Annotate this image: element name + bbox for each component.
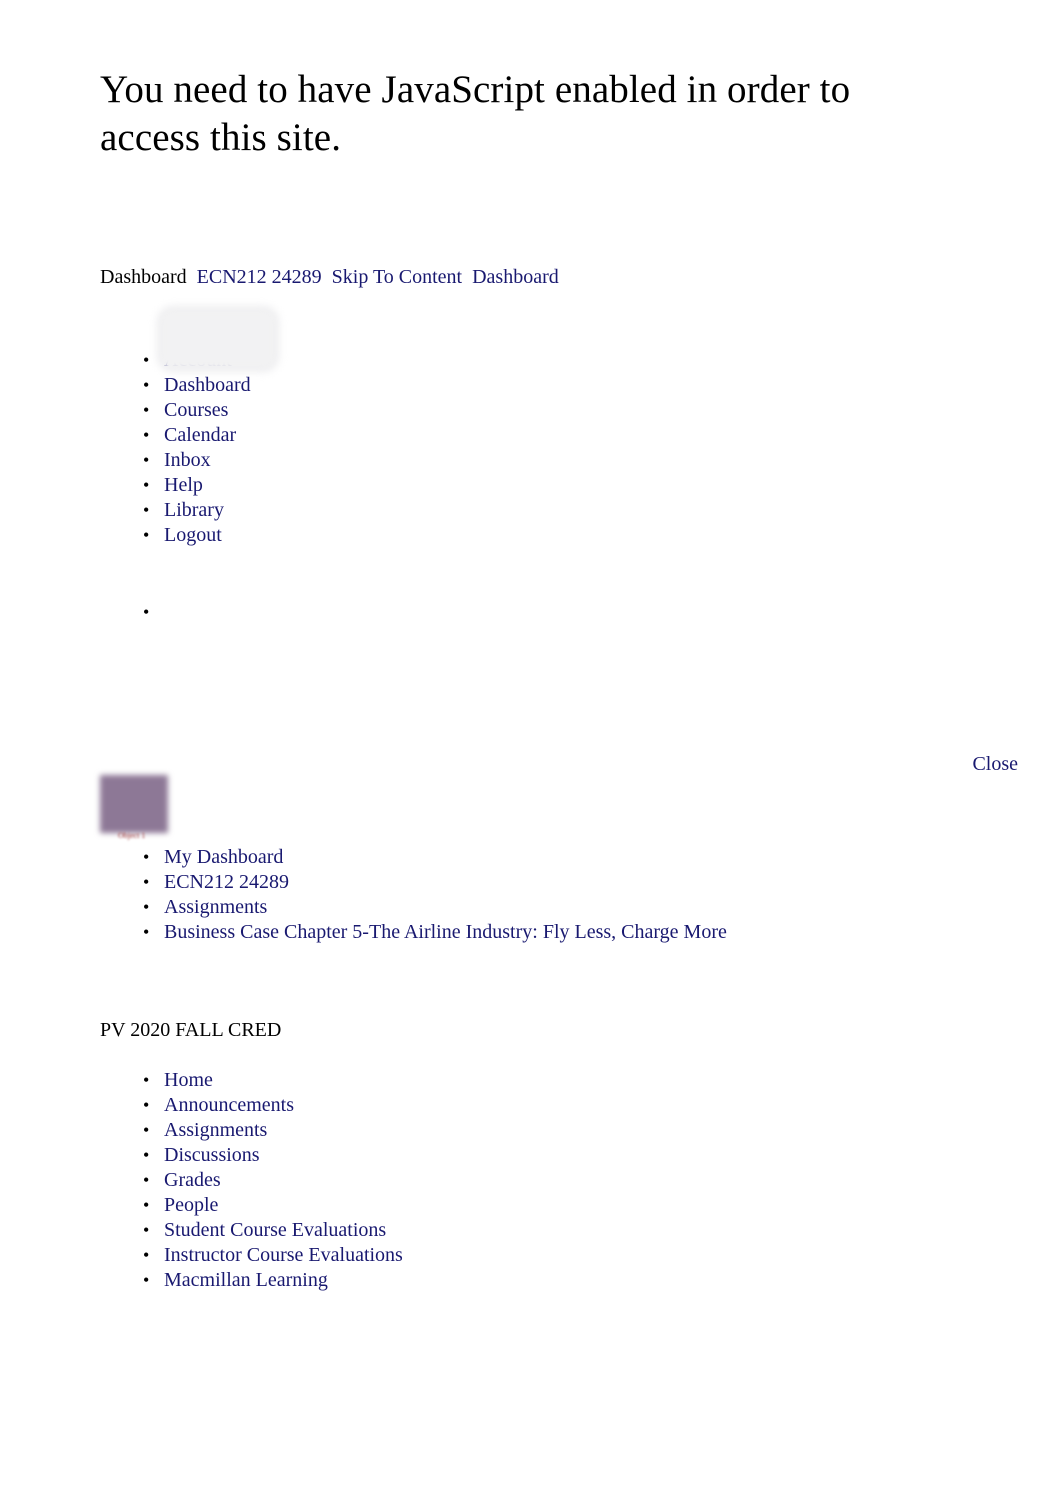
breadcrumb-item-assignments[interactable]: Assignments [140,895,960,920]
course-nav-item-announcements[interactable]: Announcements [140,1093,660,1118]
course-nav-link-assignments[interactable]: Assignments [164,1119,267,1141]
page-root: You need to have JavaScript enabled in o… [0,0,1062,1506]
course-thumbnail-image [100,775,168,833]
breadcrumb-link-assignments[interactable]: Assignments [164,896,267,918]
course-nav-item-assignments[interactable]: Assignments [140,1118,660,1143]
empty-list-item [140,600,440,625]
breadcrumb-link-my-dashboard[interactable]: My Dashboard [164,846,283,868]
global-nav-item-inbox[interactable]: Inbox [140,448,560,473]
global-nav-item-logout[interactable]: Logout [140,523,560,548]
course-nav-link-announcements[interactable]: Announcements [164,1094,294,1116]
global-navigation-list: Account Dashboard Courses Calendar Inbox… [140,311,560,548]
course-nav-link-discussions[interactable]: Discussions [164,1144,260,1166]
course-nav-link-grades[interactable]: Grades [164,1169,221,1191]
breadcrumb-item-my-dashboard[interactable]: My Dashboard [140,845,960,870]
global-nav-item-help[interactable]: Help [140,473,560,498]
course-nav-item-instructor-course-evaluations[interactable]: Instructor Course Evaluations [140,1243,660,1268]
global-nav-item-account[interactable]: Account [140,311,560,373]
global-nav-link-dashboard[interactable]: Dashboard [164,374,251,396]
global-nav-link-logout[interactable]: Logout [164,524,222,546]
course-navigation-list: Home Announcements Assignments Discussio… [140,1068,660,1293]
top-link-dashboard[interactable]: Dashboard [472,266,559,288]
global-nav-item-courses[interactable]: Courses [140,398,560,423]
global-nav-item-dashboard[interactable]: Dashboard [140,373,560,398]
course-nav-item-student-course-evaluations[interactable]: Student Course Evaluations [140,1218,660,1243]
top-skip-links: Dashboard ECN212 24289 Skip To Content D… [100,265,800,290]
global-nav-link-library[interactable]: Library [164,499,224,521]
course-nav-link-student-course-evaluations[interactable]: Student Course Evaluations [164,1219,386,1241]
course-title: PV 2020 FALL CRED [100,1019,282,1041]
breadcrumb-link-assignment[interactable]: Business Case Chapter 5-The Airline Indu… [164,921,727,943]
top-link-course[interactable]: ECN212 24289 [197,266,322,288]
javascript-disabled-warning: You need to have JavaScript enabled in o… [100,68,851,159]
course-nav-link-macmillan-learning[interactable]: Macmillan Learning [164,1269,328,1291]
course-nav-link-home[interactable]: Home [164,1069,213,1091]
global-nav-link-calendar[interactable]: Calendar [164,424,236,446]
top-static-label: Dashboard [100,266,187,288]
breadcrumb-link-course[interactable]: ECN212 24289 [164,871,289,893]
close-tray-link[interactable]: Close [972,752,1018,776]
course-nav-item-people[interactable]: People [140,1193,660,1218]
global-nav-item-library[interactable]: Library [140,498,560,523]
course-nav-item-macmillan-learning[interactable]: Macmillan Learning [140,1268,660,1293]
course-nav-item-home[interactable]: Home [140,1068,660,1093]
course-nav-link-instructor-course-evaluations[interactable]: Instructor Course Evaluations [164,1244,403,1266]
course-nav-link-people[interactable]: People [164,1194,218,1216]
global-nav-link-help[interactable]: Help [164,474,203,496]
empty-bullet-list [140,600,440,625]
breadcrumb-item-assignment[interactable]: Business Case Chapter 5-The Airline Indu… [140,920,960,945]
course-nav-item-grades[interactable]: Grades [140,1168,660,1193]
breadcrumb-item-course[interactable]: ECN212 24289 [140,870,960,895]
breadcrumb: My Dashboard ECN212 24289 Assignments Bu… [140,845,960,945]
global-nav-item-calendar[interactable]: Calendar [140,423,560,448]
top-link-skip-to-content[interactable]: Skip To Content [332,266,462,288]
global-nav-link-inbox[interactable]: Inbox [164,449,211,471]
course-nav-item-discussions[interactable]: Discussions [140,1143,660,1168]
avatar-image-placeholder [162,311,274,367]
global-nav-link-courses[interactable]: Courses [164,399,228,421]
course-thumbnail-alt-text: Object 1 [118,831,146,840]
